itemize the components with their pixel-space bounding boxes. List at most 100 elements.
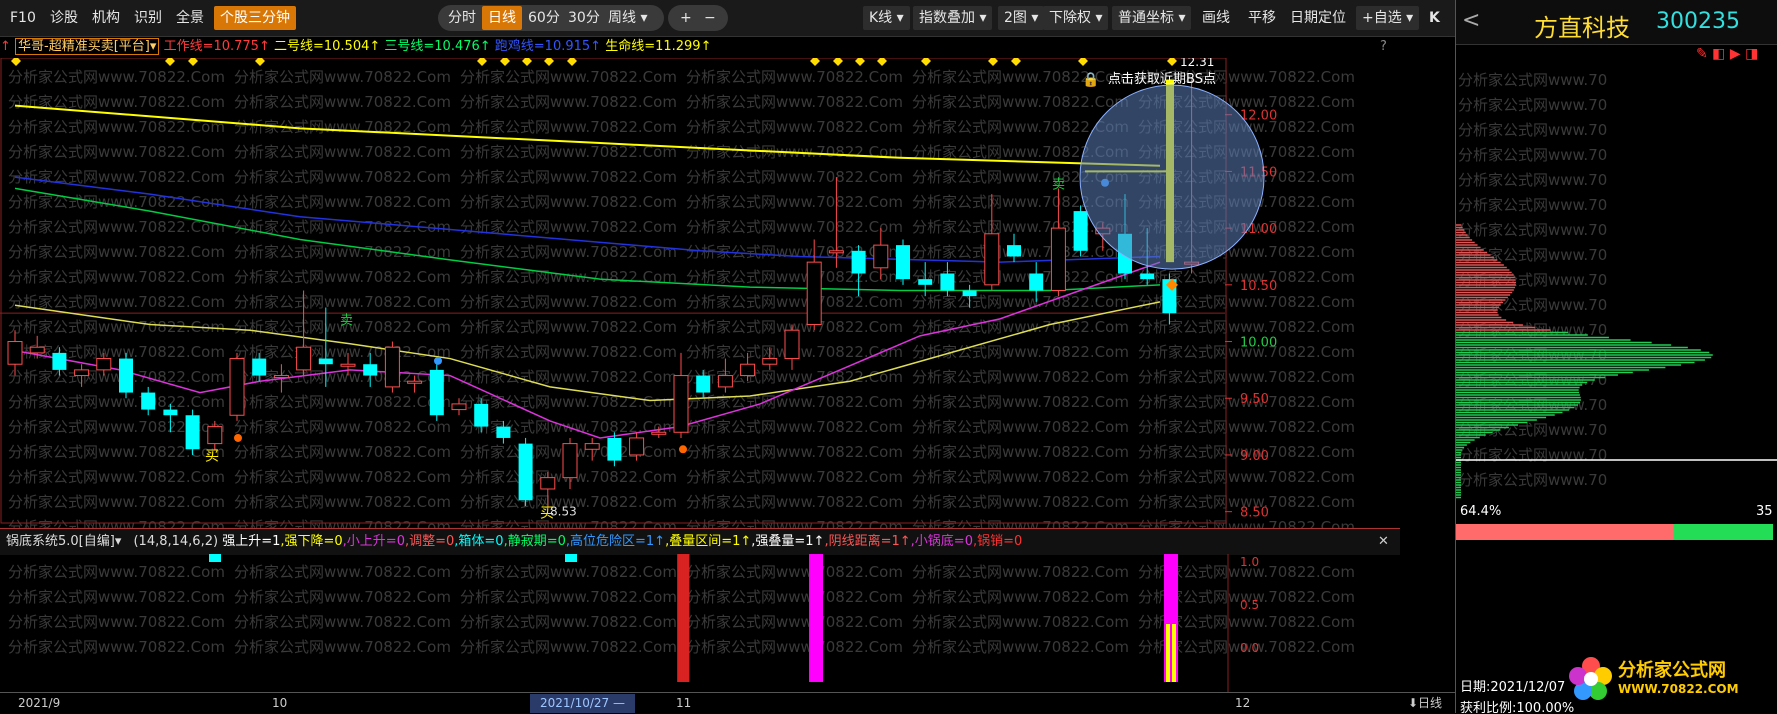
candle-body-19 bbox=[429, 369, 444, 416]
f10-button[interactable]: F10 bbox=[4, 6, 42, 30]
period-weekly[interactable]: 周线 ▾ bbox=[602, 6, 653, 30]
watermark-text: 分析家公式网www.70822.Com bbox=[8, 638, 225, 656]
candle-body-5 bbox=[119, 358, 133, 393]
watermark-text: 分析家公式网www.70822.Com bbox=[8, 193, 225, 211]
panorama-button[interactable]: 全景 bbox=[170, 6, 210, 30]
close-icon[interactable]: ✕ bbox=[1378, 529, 1389, 555]
watermark-text: 分析家公式网www.70822.Com bbox=[912, 343, 1129, 361]
watermark-text: 分析家公式网www.70822.Com bbox=[1138, 318, 1355, 336]
indicator-value-3: 跑鸡线=10.915↑ bbox=[490, 39, 602, 54]
draw-line-button[interactable]: 画线 bbox=[1196, 6, 1236, 30]
candle-body-42 bbox=[940, 273, 955, 291]
sub-indicator-chart[interactable]: 分析家公式网www.70822.Com 分析家公式网www.70822.Com 分析… bbox=[0, 554, 1455, 692]
watermark-text: 分析家公式网www.70822.Com bbox=[1138, 418, 1355, 436]
watermark-text: 分析家公式网www.70822.Com bbox=[8, 243, 225, 261]
candle-body-8 bbox=[185, 415, 200, 450]
indicator-value-2: 三号线=10.476↑ bbox=[380, 39, 491, 54]
toolbar: F10 诊股 机构 识别 全景 个股三分钟 分时 日线 60分 30分 周线 ▾… bbox=[0, 0, 1455, 37]
identify-button[interactable]: 识别 bbox=[128, 6, 168, 30]
signal-diamond-2 bbox=[188, 58, 198, 66]
indicator-line: ↑ 华哥-超精准买卖[平台]▾ 工作线=10.775↑ 二号线=10.504↑ … bbox=[0, 36, 1455, 58]
dual-chart-button[interactable]: 2图 ▾ bbox=[998, 6, 1045, 30]
candle-body-2 bbox=[52, 352, 67, 370]
sub-indicator-value-3: ,调整=0 bbox=[404, 534, 455, 549]
daily-toggle[interactable]: ⬇日线 bbox=[1408, 693, 1442, 714]
watermark-text: 分析家公式网www.70822.Com bbox=[234, 418, 451, 436]
sub-indicator-bar: 锅底系统5.0[自编]▾ (14,8,14,6,2) 强上升=1,强下降=0,小… bbox=[0, 528, 1400, 555]
watermark-text: 分析家公式网www.70822.Com bbox=[8, 168, 225, 186]
watermark-text: 分析家公式网www.70822.Com bbox=[234, 143, 451, 161]
help-icon[interactable]: ? bbox=[1380, 36, 1387, 58]
period-60min[interactable]: 60分 bbox=[522, 6, 566, 30]
watermark-text: 分析家公式网www.70822.Com bbox=[460, 563, 677, 581]
diagnose-button[interactable]: 诊股 bbox=[44, 6, 84, 30]
signal-diamond-14 bbox=[988, 58, 998, 66]
watermark-text: 分析家公式网www.70822.Com bbox=[460, 638, 677, 656]
watermark-text: 分析家公式网www.70 bbox=[1458, 96, 1607, 114]
back-icon[interactable]: < bbox=[1462, 8, 1480, 33]
sub-indicator-value-2: ,小上升=0 bbox=[342, 534, 405, 549]
bs-tooltip-text: 点击获取近期BS点 bbox=[1108, 72, 1216, 87]
watermark-text: 分析家公式网www.70822.Com bbox=[460, 393, 677, 411]
candle-body-0 bbox=[7, 341, 23, 365]
watermark-text: 分析家公式网www.70822.Com bbox=[234, 293, 451, 311]
candle-body-21 bbox=[474, 403, 489, 427]
signal-diamond-16 bbox=[1078, 58, 1088, 66]
watermark-text: 分析家公式网www.70822.Com bbox=[912, 563, 1129, 581]
kline-button[interactable]: K线 ▾ bbox=[863, 6, 910, 30]
signal-diamond-10 bbox=[833, 58, 843, 66]
signal-diamond-6 bbox=[522, 58, 532, 66]
indicator-value-1: 二号线=10.504↑ bbox=[269, 39, 381, 54]
period-30min[interactable]: 30分 bbox=[562, 6, 606, 30]
index-overlay-button[interactable]: 指数叠加 ▾ bbox=[913, 6, 993, 30]
candle-body-25 bbox=[562, 443, 578, 479]
watermark-text: 分析家公式网www.70822.Com bbox=[234, 268, 451, 286]
candle-body-4 bbox=[96, 358, 112, 371]
watermark-text: 分析家公式网www.70822.Com bbox=[234, 93, 451, 111]
institution-button[interactable]: 机构 bbox=[86, 6, 126, 30]
date-locate-button[interactable]: 日期定位 bbox=[1284, 6, 1352, 30]
three-minute-button[interactable]: 个股三分钟 bbox=[214, 6, 296, 30]
custom-watchlist-button[interactable]: +自选 ▾ bbox=[1356, 6, 1420, 30]
period-daily[interactable]: 日线 bbox=[482, 6, 522, 30]
watermark-text: 分析家公式网www.70822.Com bbox=[460, 193, 677, 211]
candle-body-41 bbox=[918, 279, 933, 285]
candle-body-27 bbox=[607, 437, 622, 461]
watermark-text: 分析家公式网www.70822.Com bbox=[8, 613, 225, 631]
candle-body-34 bbox=[762, 358, 778, 365]
watermark-text: 分析家公式网www.70822.Com bbox=[686, 218, 903, 236]
watermark-text: 分析家公式网www.70822.Com bbox=[460, 268, 677, 286]
watermark-text: 分析家公式网www.70822.Com bbox=[8, 368, 225, 386]
sub-bar-cyan-2 bbox=[565, 554, 577, 562]
sub-indicator-value-4: ,箱体=0 bbox=[454, 534, 504, 549]
watermark-text: 分析家公式网www.70822.Com bbox=[8, 393, 225, 411]
period-intraday[interactable]: 分时 bbox=[442, 6, 482, 30]
watermark-text: 分析家公式网www.70 bbox=[1458, 446, 1607, 464]
pan-button[interactable]: 平移 bbox=[1242, 6, 1282, 30]
ex-rights-button[interactable]: 下除权 ▾ bbox=[1043, 6, 1109, 30]
candle-body-35 bbox=[784, 329, 800, 360]
watermark-text: 分析家公式网www.70822.Com bbox=[912, 368, 1129, 386]
watermark-text: 分析家公式网www.70822.Com bbox=[460, 118, 677, 136]
candle-body-15 bbox=[340, 363, 356, 367]
watermark-text: 分析家公式网www.70822.Com bbox=[686, 493, 903, 511]
watermark-text: 分析家公式网www.70822.Com bbox=[912, 393, 1129, 411]
indicator-selector[interactable]: 华哥-超精准买卖[平台]▾ bbox=[15, 38, 160, 55]
coordinate-button[interactable]: 普通坐标 ▾ bbox=[1112, 6, 1192, 30]
sub-bar-magenta bbox=[809, 554, 823, 682]
price-chart[interactable]: 分析家公式网www.70822.Com 分析家公式网www.70822.Com 分析… bbox=[0, 58, 1455, 528]
logo: 分析家公式网 WWW.70822.COM bbox=[1566, 650, 1776, 710]
watermark-text: 分析家公式网www.70822.Com bbox=[686, 118, 903, 136]
expand-icon[interactable]: K bbox=[1423, 6, 1446, 30]
sub-tick-0: 1.0 bbox=[1240, 555, 1259, 569]
sell-mark: 卖 bbox=[340, 314, 353, 329]
candle-body-3 bbox=[74, 369, 90, 377]
zoom-in-button[interactable]: + bbox=[674, 6, 698, 30]
watermark-text: 分析家公式网www.70822.Com bbox=[912, 293, 1129, 311]
zoom-out-button[interactable]: − bbox=[698, 6, 722, 30]
sub-indicator-selector[interactable]: 锅底系统5.0[自编]▾ bbox=[6, 534, 121, 549]
watermark-text: 分析家公式网www.70822.Com bbox=[234, 468, 451, 486]
sub-bar-yellow bbox=[1166, 624, 1170, 682]
watermark-text: 分析家公式网www.70822.Com bbox=[234, 193, 451, 211]
candle-body-32 bbox=[717, 375, 733, 388]
